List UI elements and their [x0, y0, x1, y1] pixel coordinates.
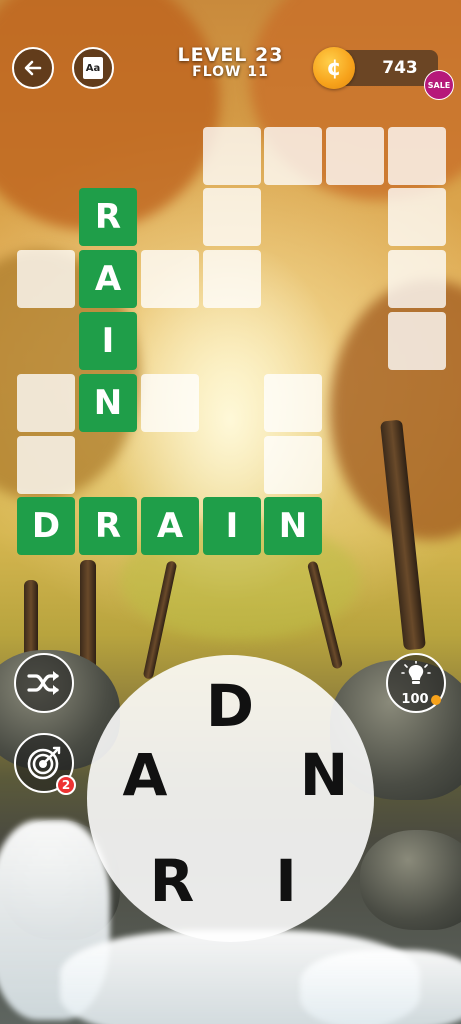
grid-cell-filled: N	[264, 497, 322, 555]
grid-cell-empty	[264, 436, 322, 494]
grid-cell-filled: A	[141, 497, 199, 555]
grid-cell-empty	[17, 250, 75, 308]
grid-cell-empty	[203, 188, 261, 246]
grid-cell-filled: N	[79, 374, 137, 432]
mini-coin-icon	[430, 694, 441, 705]
coin-symbol: ¢	[326, 55, 342, 81]
grid-cell-empty	[141, 250, 199, 308]
grid-cell-empty	[203, 250, 261, 308]
grid-cell-empty	[388, 127, 446, 185]
grid-cell-empty	[264, 374, 322, 432]
wheel-letter[interactable]: I	[251, 846, 321, 916]
hint-cost: 100	[396, 692, 446, 707]
grid-cell-empty	[141, 374, 199, 432]
grid-cell-filled: I	[79, 312, 137, 370]
grid-cell-empty	[326, 127, 384, 185]
wheel-letter[interactable]: A	[110, 740, 180, 810]
hint-cost-value: 100	[401, 692, 429, 707]
grid-cell-filled: A	[79, 250, 137, 308]
grid-cell-empty	[264, 127, 322, 185]
lightbulb-icon	[401, 661, 431, 684]
grid-cell-filled: D	[17, 497, 75, 555]
grid-cell-empty	[17, 436, 75, 494]
wheel-letter[interactable]: R	[137, 846, 207, 916]
sale-badge[interactable]: SALE	[424, 70, 454, 100]
grid-cell-empty	[388, 188, 446, 246]
grid-cell-empty	[17, 374, 75, 432]
grid-cell-empty	[203, 127, 261, 185]
wheel-letter[interactable]: N	[289, 740, 359, 810]
shuffle-icon	[27, 671, 59, 695]
wheel-letter[interactable]: D	[195, 671, 265, 741]
grid-cell-empty	[388, 250, 446, 308]
coin-icon: ¢	[313, 47, 355, 89]
target-icon	[27, 746, 61, 780]
grid-cell-filled: I	[203, 497, 261, 555]
grid-cell-filled: R	[79, 497, 137, 555]
grid-cell-empty	[388, 312, 446, 370]
grid-cell-filled: R	[79, 188, 137, 246]
shuffle-button[interactable]	[14, 653, 74, 713]
target-badge: 2	[56, 775, 76, 795]
